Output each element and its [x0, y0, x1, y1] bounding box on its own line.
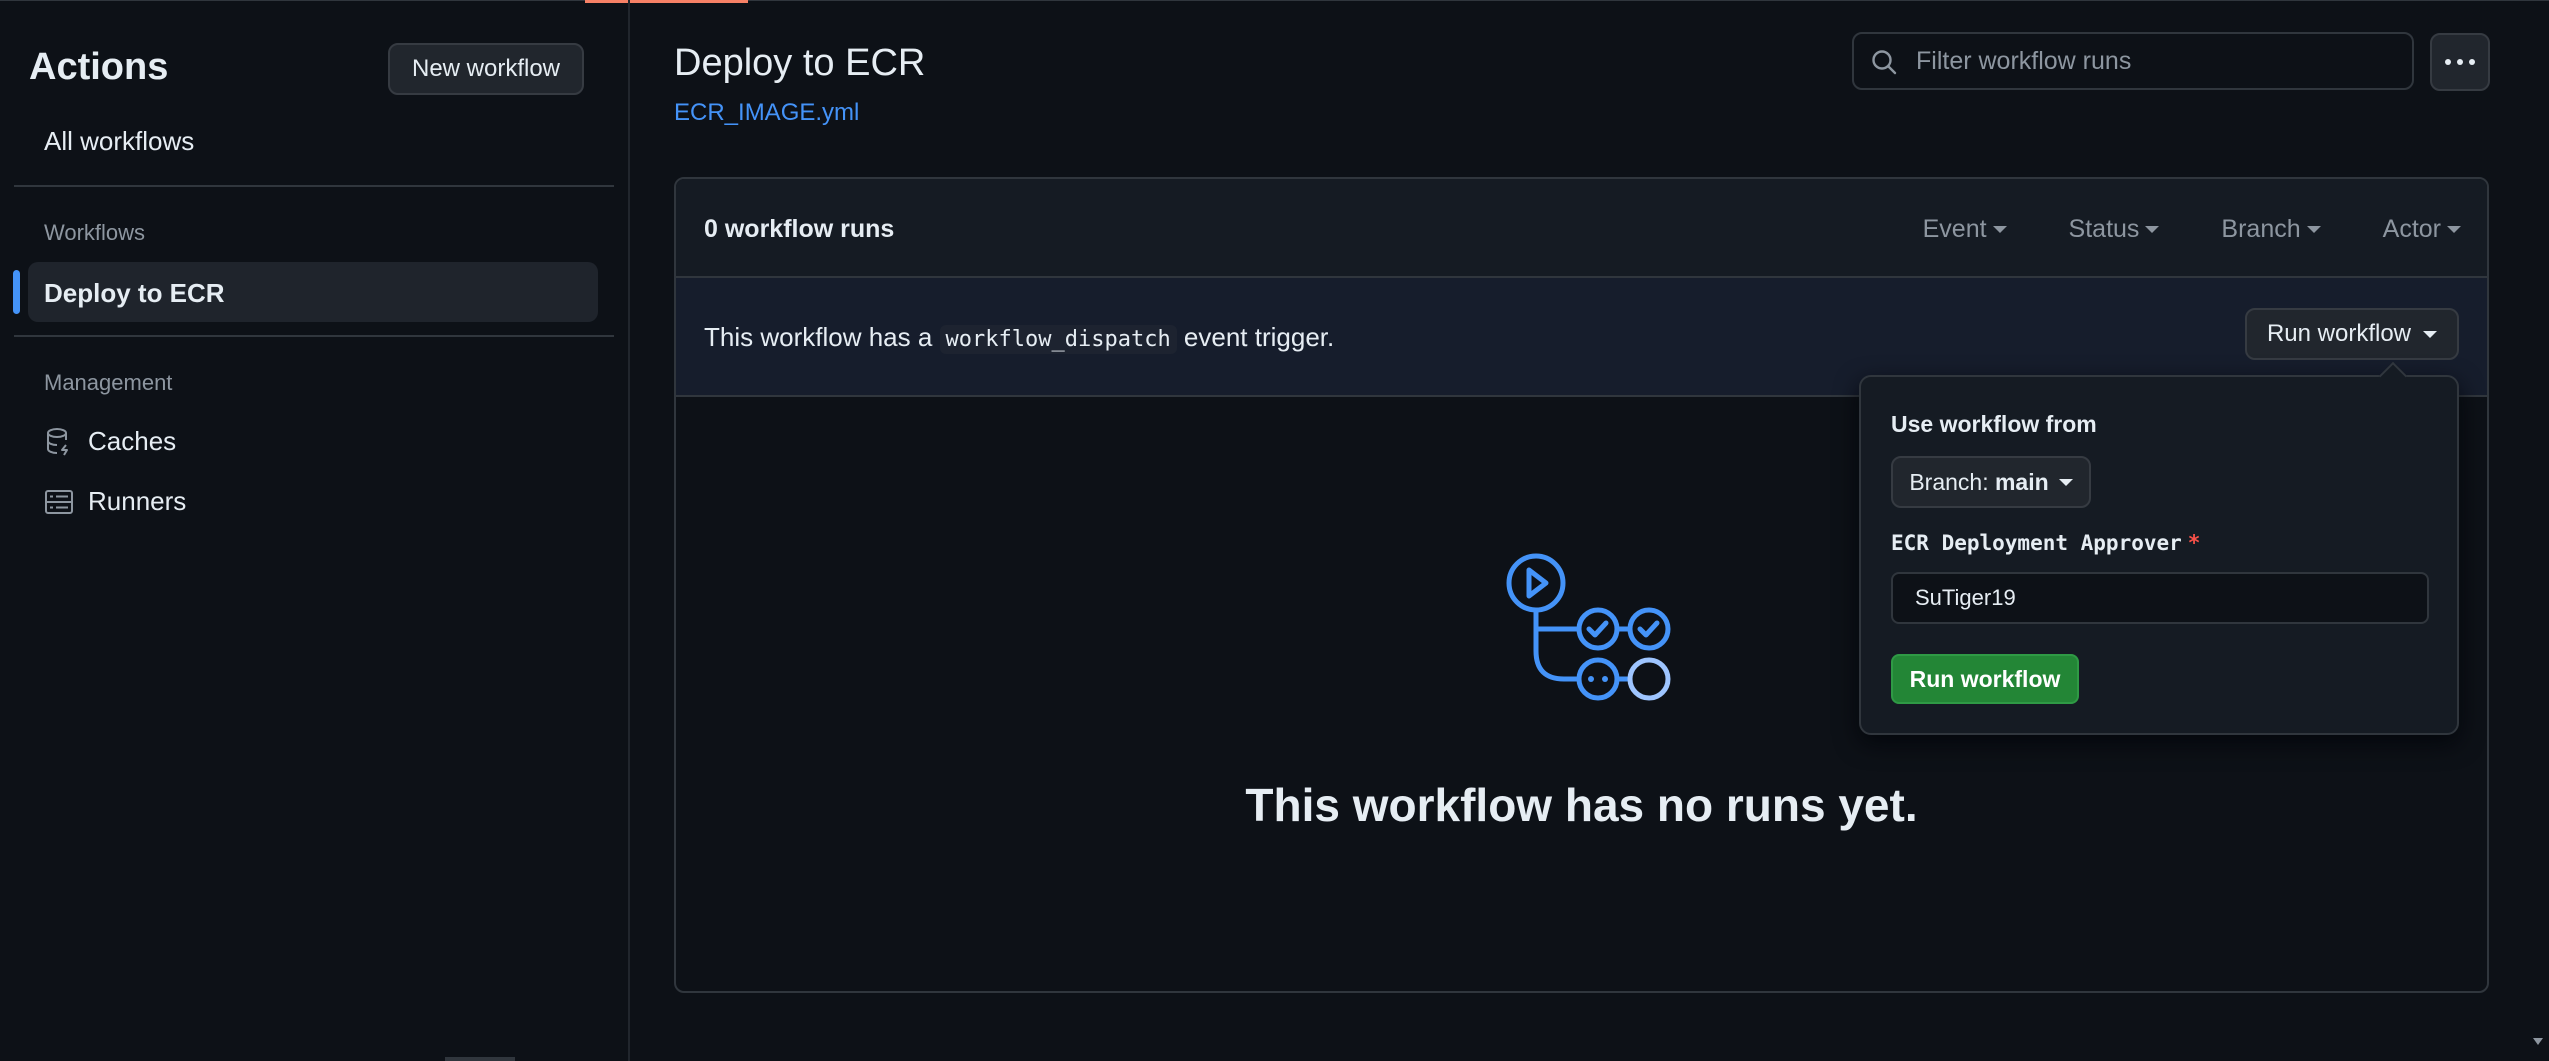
approver-input[interactable]: [1891, 572, 2429, 624]
sidebar-item-caches[interactable]: Caches: [44, 426, 176, 457]
scroll-down-arrow-icon[interactable]: [2533, 1038, 2543, 1045]
branch-value: main: [1994, 468, 2049, 495]
workflow-file-link[interactable]: ECR_IMAGE.yml: [674, 99, 859, 127]
sidebar-item-label: Runners: [88, 486, 187, 516]
filter-runs-input[interactable]: [1914, 45, 2398, 77]
popover-heading: Use workflow from: [1891, 411, 2097, 437]
sidebar-item-runners[interactable]: Runners: [44, 486, 186, 517]
active-indicator: [13, 270, 20, 314]
server-icon: [45, 489, 73, 514]
sidebar-section-workflows: Workflows: [44, 220, 146, 245]
caret-down-icon: [2145, 226, 2160, 233]
filter-label: Event: [1922, 215, 1987, 243]
caret-down-icon: [2423, 330, 2438, 338]
branch-select-button[interactable]: Branch: main: [1891, 456, 2091, 508]
more-options-button[interactable]: [2430, 33, 2490, 91]
filter-runs-field[interactable]: [1852, 32, 2414, 90]
sidebar-item-label[interactable]: Deploy to ECR: [44, 278, 225, 309]
sidebar-item-label: Caches: [88, 426, 177, 456]
trigger-text-after: event trigger.: [1176, 322, 1335, 352]
sidebar-divider: [14, 335, 614, 337]
actions-sidebar: Actions New workflow All workflows Workf…: [0, 0, 630, 1061]
caret-down-icon: [1992, 226, 2007, 233]
trigger-text-before: This workflow has a: [704, 322, 940, 352]
trigger-message: This workflow has a workflow_dispatch ev…: [704, 322, 1335, 354]
workflow-graph-icon: [1506, 553, 1671, 701]
run-workflow-dropdown-button[interactable]: Run workflow: [2245, 308, 2459, 360]
filter-label: Branch: [2221, 215, 2301, 243]
branch-prefix: Branch:: [1909, 468, 1995, 495]
field-label-text: ECR Deployment Approver: [1891, 531, 2182, 555]
sidebar-item-all-workflows[interactable]: All workflows: [44, 126, 194, 157]
event-filter-dropdown[interactable]: Event: [1923, 215, 2007, 244]
branch-filter-dropdown[interactable]: Branch: [2221, 215, 2321, 244]
sidebar-section-management: Management: [44, 370, 173, 395]
filter-label: Actor: [2382, 215, 2441, 243]
caret-down-icon: [2058, 478, 2073, 486]
empty-state-message: This workflow has no runs yet.: [1245, 779, 1918, 831]
run-workflow-label: Run workflow: [2266, 320, 2412, 347]
database-icon: [47, 427, 68, 456]
filter-label: Status: [2068, 215, 2140, 243]
runs-count: 0 workflow runs: [704, 215, 895, 243]
kebab-horizontal-icon: [2445, 59, 2475, 65]
run-workflow-popover: Use workflow from Branch: main ECR Deplo…: [1859, 361, 2459, 735]
sidebar-divider: [14, 185, 614, 187]
status-filter-dropdown[interactable]: Status: [2069, 215, 2160, 244]
approver-field-label: ECR Deployment Approver *: [1891, 531, 2200, 555]
trigger-code: workflow_dispatch: [939, 325, 1177, 354]
caret-down-icon: [2447, 226, 2461, 233]
caret-down-icon: [2306, 226, 2321, 233]
search-icon: [1872, 50, 1897, 75]
page-title: Deploy to ECR: [674, 42, 926, 84]
required-marker: *: [2187, 531, 2201, 555]
actor-filter-dropdown[interactable]: Actor: [2383, 215, 2461, 244]
new-workflow-button[interactable]: New workflow: [388, 43, 584, 95]
runs-filters: Event Status Branch Actor: [1923, 215, 2461, 244]
horizontal-scrollbar[interactable]: [445, 1057, 515, 1061]
runs-header: 0 workflow runs Event Status Branch Acto…: [676, 179, 2487, 278]
branch-label: Branch: main: [1909, 469, 2048, 496]
sidebar-title: Actions: [29, 46, 169, 88]
run-workflow-submit-button[interactable]: Run workflow: [1891, 654, 2079, 704]
